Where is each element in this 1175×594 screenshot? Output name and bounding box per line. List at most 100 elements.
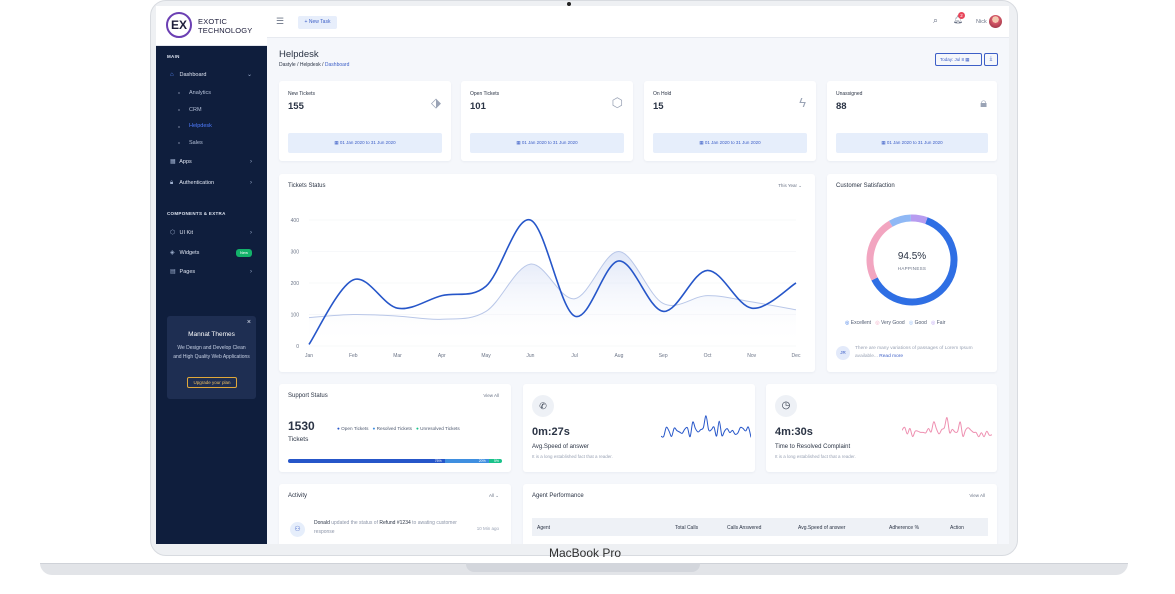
view-all-link[interactable]: View All [969,493,985,498]
user-name[interactable]: Nick [976,19,987,25]
resolve-time-value: 4m:30s [775,426,813,438]
sidebar-item-widgets[interactable]: ◈ Widgets New [170,247,256,259]
stat-label: New Tickets [288,91,315,97]
card-title: Agent Performance [532,493,584,499]
stat-value: 155 [288,101,304,112]
legend-label: Resolved Tickets [376,426,413,431]
x-tick-label: Jan [305,353,313,359]
card-title: Customer Satisfaction [836,183,895,189]
new-task-button[interactable]: + New Task [298,16,337,29]
calendar-icon: ▦ [881,140,886,145]
breadcrumb-item[interactable]: Dastyle [279,62,296,68]
stat-value: 88 [836,101,847,112]
view-all-link[interactable]: View All [483,393,499,398]
clock-icon: ◷ [775,395,797,417]
x-tick-label: Aug [614,353,623,359]
card-title: Support Status [288,393,328,399]
progress-segment: 5% [488,459,502,463]
resolve-time-label: Time to Resolved Complaint [775,444,851,450]
today-date-button[interactable]: Today: Jul 8 ▦ [935,53,982,66]
support-progress-bar: 75% 20% 5% [288,459,502,463]
x-tick-label: Apr [438,353,446,359]
activity-filter-dropdown[interactable]: All ⌄ [489,493,499,499]
sparkline-path [661,415,751,438]
x-tick-label: May [481,353,491,359]
sidebar-sub-sales[interactable]: Sales [189,140,203,146]
date-range-text: 01 Jan 2020 to 31 Jun 2020 [521,140,578,145]
resolve-time-sparkline [902,417,992,438]
legend-label: Excellent [850,320,872,326]
y-tick-label: 300 [291,250,300,256]
lock-icon: 🔒︎ [980,95,987,110]
happiness-value: 94.5% [897,251,927,262]
sidebar-heading-main: MAIN [167,54,180,59]
activity-to: to [412,520,417,526]
sidebar-item-ui-kit[interactable]: ⬡ UI Kit › [170,227,256,239]
agent-performance-card: Agent Performance View All Agent Total C… [523,484,997,544]
sidebar-sub-helpdesk[interactable]: Helpdesk [189,123,212,129]
new-badge: New [235,249,252,257]
stat-card-new-tickets: New Tickets 155 ⬗ ▦ 01 Jan 2020 to 31 Ju… [279,81,451,161]
legend-label: Open Tickets [341,426,369,431]
cube-icon: ⬡ [170,230,176,236]
y-tick-label: 200 [291,281,300,287]
avg-speed-value: 0m:27s [532,426,570,438]
support-ticket-count: 1530 [288,419,315,433]
chevron-right-icon: › [250,159,252,165]
stat-value: 101 [470,101,486,112]
read-more-link[interactable]: Read more [879,354,903,359]
avatar[interactable] [989,15,1002,28]
legend-label: Unresolved Tickets [420,426,460,431]
sidebar-sub-analytics[interactable]: Analytics [189,90,211,96]
table-header: Total Calls [675,525,699,531]
y-tick-label: 0 [296,344,299,350]
breadcrumb: Dastyle / Helpdesk / Dashboard [279,62,350,68]
cube-icon: ⬡ [611,95,623,110]
activity-item-text: Donald updated the status of Refund #123… [314,519,464,537]
x-tick-label: Nov [747,353,756,359]
close-icon[interactable]: × [247,319,251,326]
bullet-icon [178,92,180,94]
chevron-right-icon: › [250,269,252,275]
sidebar-item-dashboard[interactable]: ⌂ Dashboard ⌄ [170,69,256,81]
tickets-status-card: Tickets Status This Year ⌄ 0 100 200 300 400… [279,174,815,372]
device-label: MacBook Pro [549,546,622,560]
progress-segment: 75% [288,459,445,463]
stat-value: 15 [653,101,664,112]
date-range-text: 01 Jan 2020 to 31 Jun 2020 [704,140,761,145]
chevron-down-icon: ⌄ [495,493,499,498]
x-tick-label: Feb [349,353,358,359]
tickets-line-chart: 0 100 200 300 400 Jan Feb Mar Apr May Jun Jul Aug Sep… [291,218,801,359]
table-header: Avg.Speed of answer [798,525,846,531]
legend-label: Very Good [881,320,905,326]
date-range: ▦ 01 Jan 2020 to 31 Jun 2020 [653,133,807,153]
happiness-caption: HAPPINESS [897,266,927,271]
activity-link[interactable]: Refund #1234 [379,520,410,526]
sidebar-item-pages[interactable]: ▤ Pages › [170,266,256,278]
menu-toggle-icon[interactable]: ☰ [276,16,284,27]
calendar-icon: ▦ [965,57,970,62]
bullet-icon [178,142,180,144]
sidebar-item-apps[interactable]: ▦ Apps › [170,156,256,168]
satisfaction-legend: ◎ Excellent ◎ Very Good ◎ Good ◎ Fair [845,320,945,326]
activity-verb: updated the status of [331,520,378,526]
avg-speed-sub: It is a long established fact that a rea… [532,454,613,459]
download-icon[interactable]: ⤓ [984,53,998,66]
sidebar-item-label: Widgets [179,250,200,256]
y-tick-label: 400 [291,218,300,224]
notification-count-badge: 2 [958,12,965,19]
breadcrumb-item[interactable]: Helpdesk [300,62,321,68]
note-avatar: JR [836,346,850,360]
sidebar-sub-crm[interactable]: CRM [189,107,202,113]
app-screen: EX EXOTIC TECHNOLOGY MAIN ⌂ Dashboard ⌄ … [156,6,1009,544]
upgrade-plan-button[interactable]: Upgrade your plan [187,377,237,388]
sidebar-item-authentication[interactable]: 🔒︎ Authentication › [170,177,256,189]
legend-marker: ◎ [908,320,914,326]
brand-logo[interactable]: EX EXOTIC TECHNOLOGY [156,6,267,46]
sidebar-item-label: Pages [179,269,196,275]
sidebar-item-label: UI Kit [179,230,193,236]
date-range-text: 01 Jan 2020 to 31 Jun 2020 [339,140,396,145]
search-icon[interactable]: ⌕ [933,15,938,26]
table-header: Calls Answered [727,525,762,531]
x-tick-label: Jul [571,353,577,359]
